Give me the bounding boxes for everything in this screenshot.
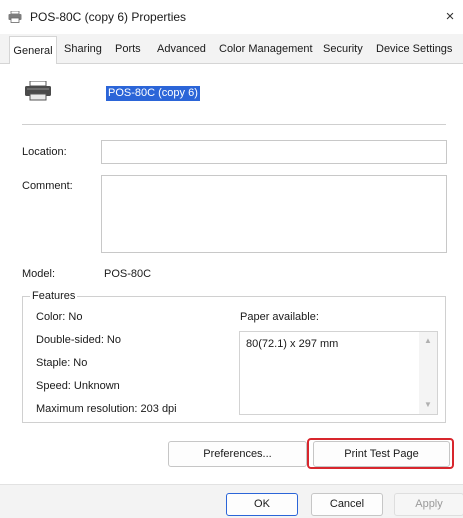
printer-icon bbox=[25, 81, 51, 101]
cancel-button[interactable]: Cancel bbox=[311, 493, 383, 516]
scroll-up-icon[interactable]: ▲ bbox=[422, 336, 434, 346]
close-icon[interactable]: × bbox=[440, 6, 460, 28]
feature-double-sided: Double-sided: No bbox=[36, 334, 121, 346]
preferences-button[interactable]: Preferences... bbox=[168, 441, 307, 467]
tab-security[interactable]: Security bbox=[323, 43, 363, 55]
features-title: Features bbox=[30, 290, 78, 302]
ok-button[interactable]: OK bbox=[226, 493, 298, 516]
comment-label: Comment: bbox=[22, 180, 73, 192]
separator bbox=[22, 124, 446, 125]
tab-sharing[interactable]: Sharing bbox=[64, 43, 102, 55]
tab-advanced[interactable]: Advanced bbox=[157, 43, 206, 55]
feature-speed: Speed: Unknown bbox=[36, 380, 120, 392]
tab-general[interactable]: General bbox=[9, 36, 57, 65]
comment-input[interactable] bbox=[101, 175, 447, 253]
apply-button[interactable]: Apply bbox=[394, 493, 463, 516]
tab-device-settings[interactable]: Device Settings bbox=[376, 43, 452, 55]
tab-ports[interactable]: Ports bbox=[115, 43, 141, 55]
model-label: Model: bbox=[22, 268, 56, 280]
printer-name-text: POS-80C (copy 6) bbox=[106, 86, 200, 101]
model-value: POS-80C bbox=[104, 268, 152, 280]
feature-staple: Staple: No bbox=[36, 357, 88, 369]
tab-color-management[interactable]: Color Management bbox=[219, 43, 313, 55]
print-test-page-button[interactable]: Print Test Page bbox=[313, 441, 450, 467]
location-input[interactable] bbox=[101, 140, 447, 164]
feature-color: Color: No bbox=[36, 311, 83, 323]
printer-name-field[interactable]: POS-80C (copy 6) bbox=[104, 84, 446, 104]
printer-icon bbox=[8, 11, 22, 23]
paper-available-label: Paper available: bbox=[240, 311, 319, 323]
location-label: Location: bbox=[22, 146, 67, 158]
paper-list-item[interactable]: 80(72.1) x 297 mm bbox=[246, 338, 338, 350]
window-title: POS-80C (copy 6) Properties bbox=[30, 10, 187, 24]
feature-max-resolution: Maximum resolution: 203 dpi bbox=[36, 403, 177, 415]
scroll-down-icon[interactable]: ▼ bbox=[422, 400, 434, 410]
